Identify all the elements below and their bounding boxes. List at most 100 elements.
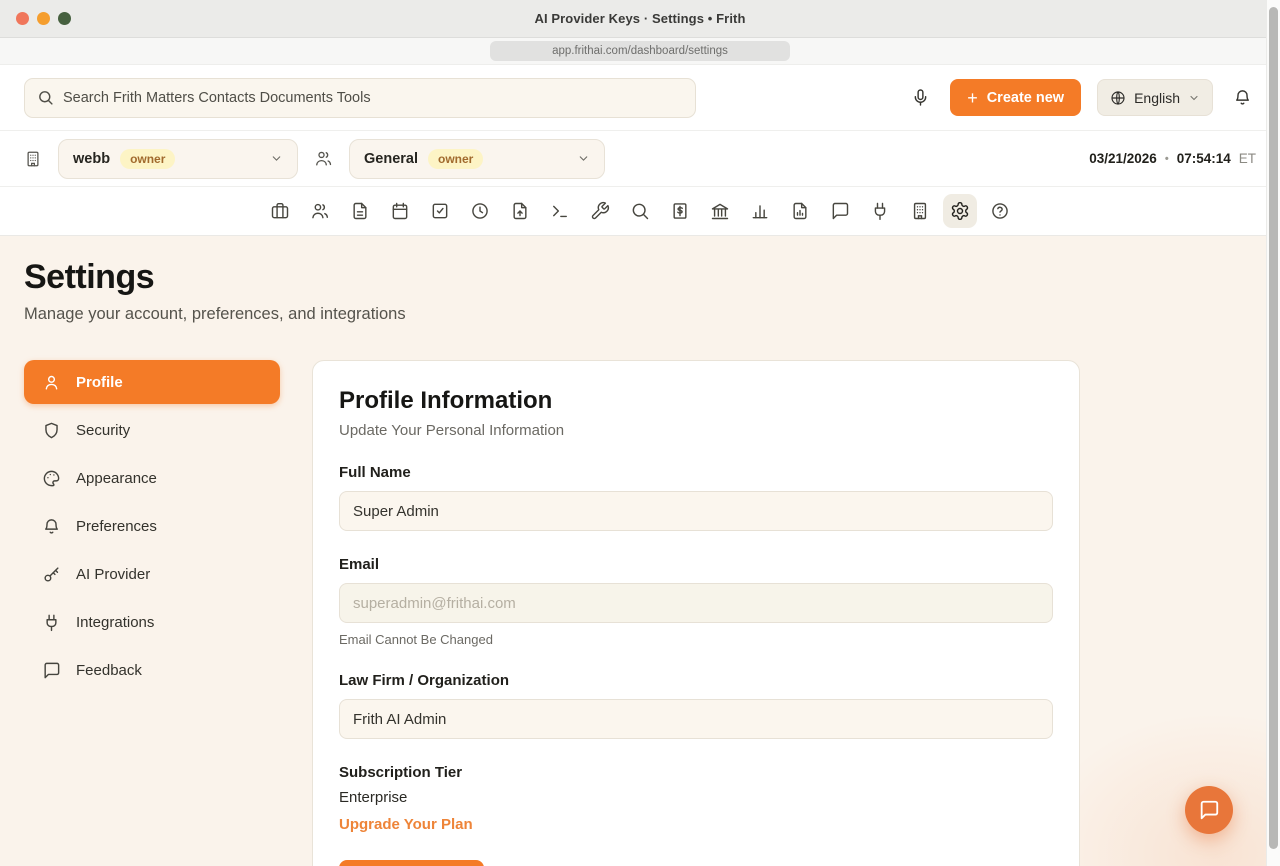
nav-billing-button[interactable] (663, 194, 697, 228)
nav-integrations-button[interactable] (863, 194, 897, 228)
zoom-window-button[interactable] (58, 12, 71, 25)
email-helper-text: Email Cannot Be Changed (339, 632, 1053, 647)
datetime-display: 03/21/2026 • 07:54:14 ET (1089, 151, 1256, 166)
nav-briefcase-button[interactable] (263, 194, 297, 228)
users-icon (314, 149, 333, 168)
chevron-down-icon (1188, 92, 1200, 104)
nav-contacts-button[interactable] (303, 194, 337, 228)
nav-search-button[interactable] (623, 194, 657, 228)
sidebar-item-label: AI Provider (76, 566, 150, 583)
nav-reports-button[interactable] (783, 194, 817, 228)
notifications-button[interactable] (1229, 84, 1256, 111)
language-selector[interactable]: English (1097, 79, 1213, 116)
shield-icon (42, 421, 61, 440)
microphone-icon (911, 88, 930, 107)
group-name: General (364, 151, 418, 167)
upgrade-plan-link[interactable]: Upgrade Your Plan (339, 816, 473, 833)
message-icon (42, 661, 61, 680)
sidebar-item-label: Security (76, 422, 130, 439)
plus-icon: + (967, 89, 978, 107)
email-label: Email (339, 556, 1053, 573)
sidebar-item-integrations[interactable]: Integrations (24, 600, 280, 644)
nav-time-button[interactable] (463, 194, 497, 228)
nav-documents-button[interactable] (343, 194, 377, 228)
sidebar-item-security[interactable]: Security (24, 408, 280, 452)
nav-file-upload-button[interactable] (503, 194, 537, 228)
organization-field[interactable] (339, 699, 1053, 739)
sidebar-item-label: Profile (76, 374, 123, 391)
sidebar-item-appearance[interactable]: Appearance (24, 456, 280, 500)
invoice-icon (670, 201, 690, 221)
dot-separator: • (1165, 153, 1169, 165)
settings-page: Settings Manage your account, preference… (0, 236, 1280, 866)
user-icon (42, 373, 61, 392)
document-icon (350, 201, 370, 221)
calendar-icon (390, 201, 410, 221)
microphone-button[interactable] (907, 84, 934, 111)
nav-bank-button[interactable] (703, 194, 737, 228)
create-new-button[interactable]: + Create new (950, 79, 1081, 116)
minimize-window-button[interactable] (37, 12, 50, 25)
time-value: 07:54:14 (1177, 151, 1231, 166)
briefcase-icon (270, 201, 290, 221)
chat-fab-button[interactable] (1185, 786, 1233, 834)
group-selector[interactable]: General owner (349, 139, 605, 179)
nav-help-button[interactable] (983, 194, 1017, 228)
main-nav-toolbar (0, 187, 1280, 236)
bar-chart-icon (750, 201, 770, 221)
check-square-icon (430, 201, 450, 221)
full-name-label: Full Name (339, 464, 1053, 481)
nav-firm-button[interactable] (903, 194, 937, 228)
key-icon (42, 565, 61, 584)
window-title: AI Provider Keys · Settings • Frith (534, 11, 745, 26)
bell-icon (1233, 88, 1252, 107)
sidebar-item-label: Feedback (76, 662, 142, 679)
sidebar-item-label: Preferences (76, 518, 157, 535)
card-title: Profile Information (339, 387, 1053, 415)
firm-selector[interactable]: webb owner (58, 139, 298, 179)
sidebar-item-label: Integrations (76, 614, 154, 631)
browser-url-bar: app.frithai.com/dashboard/settings (0, 38, 1280, 65)
profile-information-card: Profile Information Update Your Personal… (312, 360, 1080, 866)
card-subtitle: Update Your Personal Information (339, 422, 1053, 439)
wrench-icon (590, 201, 610, 221)
full-name-field[interactable] (339, 491, 1053, 531)
search-icon (630, 201, 650, 221)
sidebar-item-label: Appearance (76, 470, 157, 487)
search-input[interactable] (63, 90, 683, 106)
sidebar-item-feedback[interactable]: Feedback (24, 648, 280, 692)
save-changes-button[interactable]: Save Changes (339, 860, 484, 866)
nav-chat-button[interactable] (823, 194, 857, 228)
nav-settings-button[interactable] (943, 194, 977, 228)
chevron-down-icon (577, 152, 590, 165)
organization-label: Law Firm / Organization (339, 672, 1053, 689)
nav-calendar-button[interactable] (383, 194, 417, 228)
building-icon (910, 201, 930, 221)
scrollbar-track[interactable] (1266, 0, 1280, 866)
global-search[interactable] (24, 78, 696, 118)
nav-analytics-button[interactable] (743, 194, 777, 228)
subscription-tier-label: Subscription Tier (339, 764, 1053, 781)
scrollbar-thumb[interactable] (1269, 7, 1278, 849)
sidebar-item-ai-provider[interactable]: AI Provider (24, 552, 280, 596)
plug-icon (870, 201, 890, 221)
chat-bubble-icon (1198, 799, 1220, 821)
app-header: + Create new English (0, 65, 1280, 131)
building-icon (24, 150, 42, 168)
sidebar-item-profile[interactable]: Profile (24, 360, 280, 404)
help-icon (990, 201, 1010, 221)
palette-icon (42, 469, 61, 488)
nav-tools-button[interactable] (583, 194, 617, 228)
nav-tasks-button[interactable] (423, 194, 457, 228)
chevron-down-icon (270, 152, 283, 165)
sidebar-item-preferences[interactable]: Preferences (24, 504, 280, 548)
language-label: English (1134, 90, 1180, 106)
address-pill[interactable]: app.frithai.com/dashboard/settings (490, 41, 790, 61)
page-title: Settings (24, 258, 1256, 297)
nav-terminal-button[interactable] (543, 194, 577, 228)
report-icon (790, 201, 810, 221)
email-field[interactable] (339, 583, 1053, 623)
close-window-button[interactable] (16, 12, 29, 25)
date-value: 03/21/2026 (1089, 151, 1157, 166)
file-up-icon (510, 201, 530, 221)
